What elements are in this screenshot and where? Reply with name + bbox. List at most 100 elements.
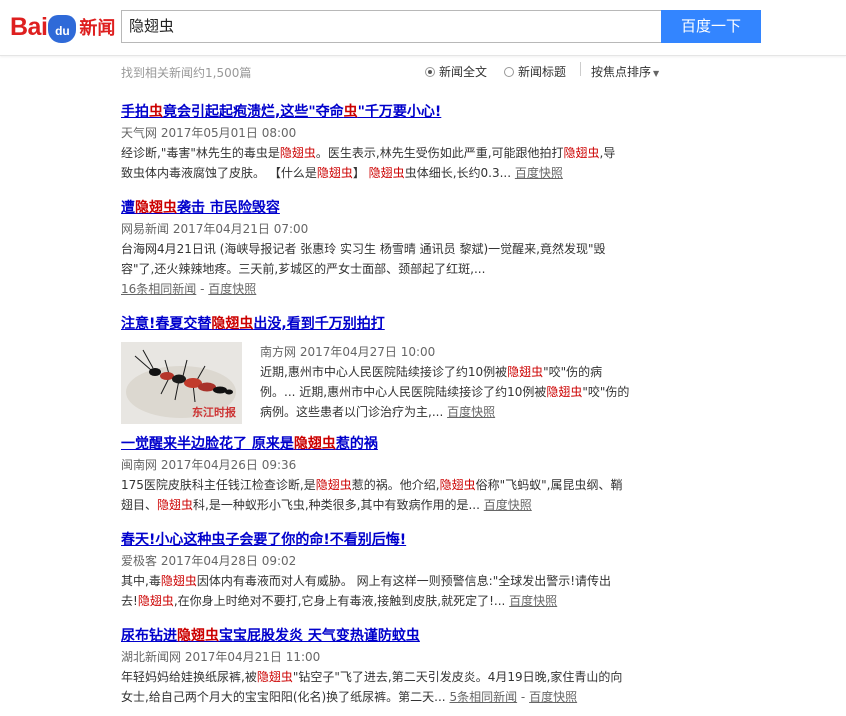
- paw-icon: du: [48, 15, 77, 43]
- abstract-highlight: 隐翅虫: [157, 498, 194, 512]
- title-text: 袭击 市民险毁容: [177, 200, 280, 216]
- search-input[interactable]: 隐翅虫: [121, 10, 661, 43]
- result-source: 网易新闻 2017年04月21日 07:00: [121, 222, 309, 236]
- title-text: 尿布钻进: [121, 628, 177, 644]
- abstract-text: 女士,给自己两个月大的宝宝阳阳(化名)换了纸尿裤。第二天...: [121, 690, 446, 704]
- abstract-highlight: 隐翅虫: [256, 670, 293, 684]
- result-abstract: 其中,毒隐翅虫因体内有毒液而对人有威胁。 网上有这样一则预警信息:"全球发出警示…: [121, 571, 681, 611]
- abstract-text: 近期,惠州市中心人民医院陆续接诊了约10例被: [260, 365, 508, 379]
- related-news-link[interactable]: 5条相同新闻: [449, 690, 517, 704]
- result-abstract: 175医院皮肤科主任钱江检查诊断,是隐翅虫惹的祸。他介绍,隐翅虫俗称"飞蚂蚁",…: [121, 475, 681, 515]
- divider: [580, 62, 581, 76]
- result-abstract: 经诊断,"毒害"林先生的毒虫是隐翅虫。医生表示,林先生受伤如此严重,可能跟他拍打…: [121, 143, 681, 183]
- title-highlight: 虫: [343, 104, 358, 120]
- title-highlight: 隐翅虫: [135, 200, 177, 216]
- baidu-news-logo[interactable]: Bai du 新闻: [10, 9, 115, 45]
- abstract-text: 容"了,还火辣辣地疼。三天前,芗城区的严女士面部、颈部起了红斑,...: [121, 262, 486, 276]
- title-text: 手拍: [121, 104, 149, 120]
- related-news-link[interactable]: 16条相同新闻: [121, 282, 196, 296]
- abstract-highlight: 隐翅虫: [316, 166, 353, 180]
- option-title-label: 新闻标题: [518, 65, 567, 79]
- result-item: 一觉醒来半边脸花了 原来是隐翅虫惹的祸 闽南网 2017年04月26日 09:3…: [121, 434, 681, 530]
- abstract-highlight: 隐翅虫: [368, 166, 405, 180]
- result-abstract: 年轻妈妈给娃换纸尿裤,被隐翅虫"钻空子"飞了进去,第二天引发皮炎。4月19日晚,…: [121, 670, 623, 704]
- abstract-text: 例。... 近期,惠州市中心人民医院陆续接诊了约10例被: [260, 385, 547, 399]
- result-source: 湖北新闻网 2017年04月21日 11:00: [121, 650, 321, 664]
- abstract-text: 病例。这些患者以门诊治疗为主,...: [260, 405, 444, 419]
- header: Bai du 新闻 隐翅虫 百度一下: [0, 0, 846, 56]
- snapshot-link[interactable]: 百度快照: [509, 594, 557, 608]
- result-source: 天气网 2017年05月01日 08:00: [121, 126, 297, 140]
- option-full-text[interactable]: 新闻全文: [425, 63, 487, 80]
- chevron-down-icon: ▼: [653, 69, 660, 78]
- snapshot-link[interactable]: 百度快照: [515, 166, 563, 180]
- abstract-text: 175医院皮肤科主任钱江检查诊断,是: [121, 478, 316, 492]
- title-highlight: 隐翅虫: [293, 436, 336, 452]
- abstract-text: 虫体细长,长约0.3...: [404, 166, 512, 180]
- radio-checked-icon[interactable]: [425, 66, 435, 77]
- abstract-text: "咬"伤的病: [543, 365, 603, 379]
- abstract-highlight: 隐翅虫: [546, 385, 583, 399]
- result-count: 找到相关新闻约1,500篇: [121, 66, 252, 80]
- result-title[interactable]: 一觉醒来半边脸花了 原来是隐翅虫惹的祸: [121, 434, 681, 454]
- newspaper-watermark: 东江时报: [192, 406, 236, 419]
- title-text: 出没,看到千万别拍打: [253, 316, 385, 332]
- title-text: 竟会引起起疱溃烂,这些"夺命: [163, 104, 344, 120]
- abstract-text: 致虫体内毒液腐蚀了皮肤。 【什么是: [121, 166, 317, 180]
- result-source: 爱极客 2017年04月28日 09:02: [121, 554, 297, 568]
- abstract-text: "钻空子"飞了进去,第二天引发皮炎。4月19日晚,家住青山的向: [292, 670, 623, 684]
- result-title[interactable]: 手拍虫竟会引起起疱溃烂,这些"夺命虫"千万要小心!: [121, 102, 681, 122]
- title-highlight: 隐翅虫: [177, 628, 219, 644]
- abstract-text: 。医生表示,林先生受伤如此严重,可能跟他拍打: [315, 146, 564, 160]
- abstract-text: 因体内有毒液而对人有威胁。 网上有这样一则预警信息:"全球发出警示!请传出: [196, 574, 612, 588]
- result-item: 手拍虫竟会引起起疱溃烂,这些"夺命虫"千万要小心! 天气网 2017年05月01…: [121, 102, 681, 198]
- abstract-text: 其中,毒: [121, 574, 161, 588]
- search-button[interactable]: 百度一下: [661, 10, 761, 43]
- abstract-highlight: 隐翅虫: [315, 478, 352, 492]
- result-body: 南方网 2017年04月27日 10:00 近期,惠州市中心人民医院陆续接诊了约…: [260, 342, 660, 422]
- abstract-highlight: 隐翅虫: [507, 365, 544, 379]
- sort-label: 按焦点排序: [591, 65, 652, 79]
- result-item: 注意!春夏交替隐翅虫出没,看到千万别拍打 东江时报 南方网 2017年04月27…: [121, 314, 681, 434]
- option-title-only[interactable]: 新闻标题: [504, 63, 566, 80]
- sort-dropdown[interactable]: 按焦点排序 ▼: [591, 63, 659, 80]
- result-title[interactable]: 注意!春夏交替隐翅虫出没,看到千万别拍打: [121, 314, 681, 334]
- logo-text-bai: Bai: [10, 12, 48, 41]
- result-title[interactable]: 遭隐翅虫袭击 市民险毁容: [121, 198, 681, 218]
- abstract-text: ,在你身上时绝对不要打,它身上有毒液,接触到皮肤,就死定了!...: [173, 594, 506, 608]
- abstract-text: 】: [352, 166, 369, 180]
- result-thumbnail[interactable]: 东江时报: [121, 342, 242, 424]
- abstract-text: 惹的祸。他介绍,: [351, 478, 440, 492]
- abstract-text: "咬"伤的: [582, 385, 630, 399]
- abstract-text: ,导: [599, 146, 616, 160]
- result-abstract: 近期,惠州市中心人民医院陆续接诊了约10例被隐翅虫"咬"伤的病 例。... 近期…: [260, 362, 660, 422]
- abstract-highlight: 隐翅虫: [160, 574, 197, 588]
- result-source: 南方网 2017年04月27日 10:00: [260, 345, 436, 359]
- result-title[interactable]: 春天!小心这种虫子会要了你的命!不看别后悔!: [121, 530, 681, 550]
- snapshot-link[interactable]: 百度快照: [208, 282, 256, 296]
- abstract-text: 经诊断,"毒害"林先生的毒虫是: [121, 146, 280, 160]
- option-full-text-label: 新闻全文: [439, 65, 488, 79]
- abstract-highlight: 隐翅虫: [137, 594, 174, 608]
- abstract-text: 翅目、: [121, 498, 158, 512]
- abstract-text: 科,是一种蚁形小飞虫,种类很多,其中有致病作用的是...: [193, 498, 480, 512]
- abstract-text: 年轻妈妈给娃换纸尿裤,被: [121, 670, 257, 684]
- title-text: 注意!春夏交替: [121, 316, 212, 332]
- abstract-highlight: 隐翅虫: [563, 146, 600, 160]
- result-item: 尿布钻进隐翅虫宝宝屁股发炎 天气变热谨防蚊虫 湖北新闻网 2017年04月21日…: [121, 626, 681, 716]
- abstract-highlight: 隐翅虫: [439, 478, 476, 492]
- title-text: 宝宝屁股发炎 天气变热谨防蚊虫: [219, 628, 420, 644]
- results-list: 手拍虫竟会引起起疱溃烂,这些"夺命虫"千万要小心! 天气网 2017年05月01…: [121, 102, 681, 716]
- title-text: 遭: [121, 200, 135, 216]
- title-text: 惹的祸: [335, 436, 378, 452]
- result-source: 闽南网 2017年04月26日 09:36: [121, 458, 297, 472]
- abstract-text: 俗称"飞蚂蚁",属昆虫纲、鞘: [475, 478, 623, 492]
- snapshot-link[interactable]: 百度快照: [529, 690, 577, 704]
- result-item: 遭隐翅虫袭击 市民险毁容 网易新闻 2017年04月21日 07:00 台海网4…: [121, 198, 681, 314]
- logo-text-news: 新闻: [79, 18, 116, 39]
- snapshot-link[interactable]: 百度快照: [484, 498, 532, 512]
- result-title[interactable]: 尿布钻进隐翅虫宝宝屁股发炎 天气变热谨防蚊虫: [121, 626, 681, 646]
- abstract-highlight: 隐翅虫: [279, 146, 316, 160]
- radio-unchecked-icon[interactable]: [504, 66, 514, 77]
- snapshot-link[interactable]: 百度快照: [447, 405, 495, 419]
